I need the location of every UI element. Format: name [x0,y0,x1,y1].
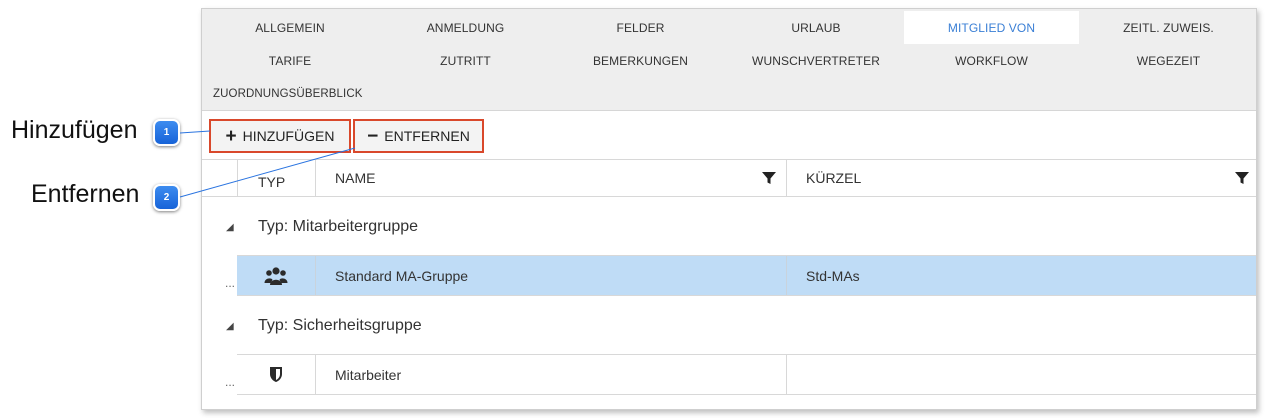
add-button-label: HINZUFÜGEN [242,128,335,144]
table-row[interactable]: Standard MA-Gruppe Std-MAs [237,255,1256,296]
tab-tarife[interactable]: TARIFE [202,44,378,77]
remove-button-label: ENTFERNEN [384,128,470,144]
tab-wegezeit[interactable]: WEGEZEIT [1079,44,1256,77]
column-header-kuerzel[interactable]: KÜRZEL [806,160,861,196]
tab-anmeldung[interactable]: ANMELDUNG [378,11,553,44]
tab-allgemein[interactable]: ALLGEMEIN [202,11,378,44]
row-marker: ... [225,374,236,389]
column-header-name[interactable]: NAME [335,160,375,196]
tab-urlaub[interactable]: URLAUB [728,11,904,44]
shield-icon [266,355,286,394]
tab-mitglied-von[interactable]: MITGLIED VON [904,11,1079,44]
add-button[interactable]: + HINZUFÜGEN [209,119,351,153]
tab-zutritt[interactable]: ZUTRITT [378,44,553,77]
minus-icon: − [367,125,379,147]
users-group-icon [263,256,289,295]
user-detail-panel: ALLGEMEIN ANMELDUNG FELDER URLAUB MITGLI… [201,8,1257,410]
table-row[interactable]: Mitarbeiter [237,354,1256,395]
row-name: Standard MA-Gruppe [335,267,469,284]
tab-bemerkungen[interactable]: BEMERKUNGEN [553,44,728,77]
tab-wunschvertreter[interactable]: WUNSCHVERTRETER [728,44,904,77]
callout-label-add: Hinzufügen [11,116,138,144]
row-short: Std-MAs [806,267,860,284]
plus-icon: + [225,125,237,147]
group-row-sicherheitsgruppe[interactable]: ◢ Typ: Sicherheitsgruppe [202,296,1256,356]
row-name: Mitarbeiter [335,366,402,383]
tab-felder[interactable]: FELDER [553,11,728,44]
collapse-caret-icon[interactable]: ◢ [226,222,234,233]
callout-marker-remove: 2 [153,184,180,211]
tab-zuordnungsueberblick[interactable]: ZUORDNUNGSÜBERBLICK [202,77,402,110]
tab-workflow[interactable]: WORKFLOW [904,44,1079,77]
filter-icon[interactable] [761,170,777,186]
tab-zeitl-zuweis[interactable]: ZEITL. ZUWEIS. [1079,11,1256,44]
group-label: Typ: Sicherheitsgruppe [258,317,422,334]
collapse-caret-icon[interactable]: ◢ [226,321,234,332]
callout-label-remove: Entfernen [31,180,140,208]
remove-button[interactable]: − ENTFERNEN [353,119,484,153]
column-header-typ[interactable]: TYP [258,164,285,200]
filter-icon[interactable] [1234,170,1250,186]
group-label: Typ: Mitarbeitergruppe [258,218,419,235]
callout-marker-add: 1 [153,119,180,146]
grid-header: TYP NAME KÜRZEL [202,159,1256,197]
group-row-mitarbeitergruppe[interactable]: ◢ Typ: Mitarbeitergruppe [202,197,1256,257]
tab-bar: ALLGEMEIN ANMELDUNG FELDER URLAUB MITGLI… [202,9,1256,111]
